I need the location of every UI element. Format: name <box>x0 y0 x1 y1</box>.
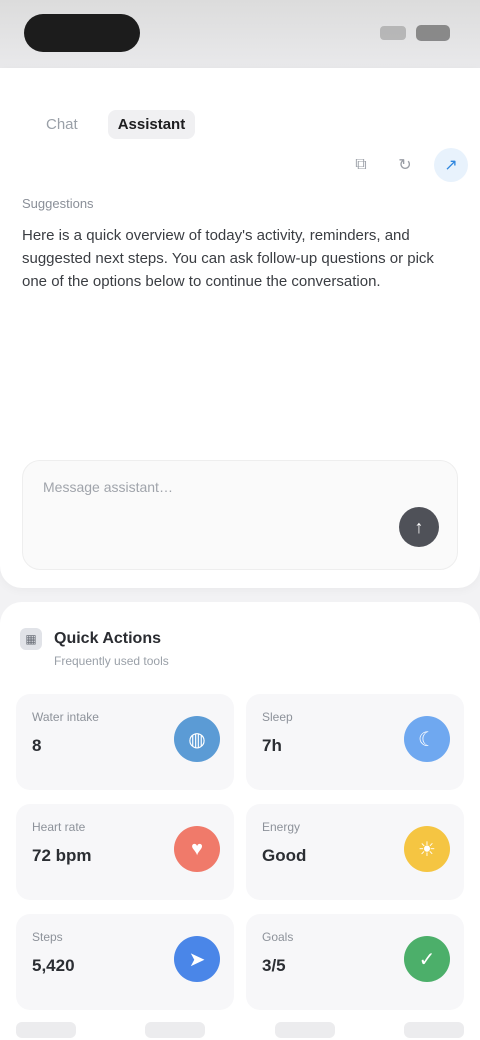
chat-card: Chat Assistant ⧉ ↻ ↗ Suggestions Here is… <box>0 68 480 588</box>
copy-icon[interactable]: ⧉ <box>346 150 376 180</box>
tile-steps[interactable]: Steps 5,420 ➤ <box>16 914 234 1010</box>
status-icons <box>380 22 450 44</box>
quick-actions-section: ▦ Quick Actions Frequently used tools Wa… <box>0 602 480 1040</box>
dynamic-island <box>24 14 140 52</box>
tile-label: Water intake <box>32 710 99 724</box>
composer-input[interactable]: Message assistant… <box>43 479 173 495</box>
battery-icon <box>416 25 450 41</box>
message-actions: ⧉ ↻ ↗ <box>346 148 468 182</box>
list-item <box>274 1022 335 1038</box>
list-item <box>145 1022 206 1038</box>
tile-label: Sleep <box>262 710 293 724</box>
tile-water[interactable]: Water intake 8 ◍ <box>16 694 234 790</box>
arrow-up-icon: ↑ <box>414 516 424 537</box>
signal-icon <box>380 26 406 40</box>
tab-bar: Chat Assistant <box>36 106 196 142</box>
send-button[interactable]: ↑ <box>399 507 439 547</box>
drop-icon: ◍ <box>174 716 220 762</box>
share-icon[interactable]: ↗ <box>434 148 468 182</box>
assistant-message: Here is a quick overview of today's acti… <box>22 227 434 290</box>
shoe-icon: ➤ <box>174 936 220 982</box>
section-title: Quick Actions <box>54 630 161 647</box>
chat-subtitle: Suggestions <box>22 196 94 211</box>
sun-icon: ☀ <box>404 826 450 872</box>
list-item <box>403 1022 464 1038</box>
tile-label: Goals <box>262 930 294 944</box>
bottom-row <box>16 1022 464 1038</box>
tab-assistant[interactable]: Assistant <box>107 109 196 139</box>
heart-icon: ♥ <box>174 826 220 872</box>
section-header: ▦ Quick Actions <box>20 628 161 650</box>
tile-label: Energy <box>262 820 301 834</box>
tile-label: Steps <box>32 930 63 944</box>
status-bar <box>0 0 480 68</box>
check-icon: ✓ <box>404 936 450 982</box>
tile-sleep[interactable]: Sleep 7h ☾ <box>246 694 464 790</box>
tile-label: Heart rate <box>32 820 86 834</box>
tile-grid: Water intake 8 ◍ Sleep 7h ☾ Heart rate 7… <box>16 694 464 1010</box>
refresh-icon[interactable]: ↻ <box>390 150 420 180</box>
message-composer[interactable]: Message assistant… ↑ <box>22 460 458 570</box>
section-subtitle: Frequently used tools <box>54 654 169 668</box>
tab-chat[interactable]: Chat <box>36 110 88 139</box>
list-item <box>16 1022 76 1038</box>
tile-goals[interactable]: Goals 3/5 ✓ <box>246 914 464 1010</box>
tile-heart-rate[interactable]: Heart rate 72 bpm ♥ <box>16 804 234 900</box>
grid-icon: ▦ <box>20 628 42 650</box>
tile-energy[interactable]: Energy Good ☀ <box>246 804 464 900</box>
moon-icon: ☾ <box>404 716 450 762</box>
